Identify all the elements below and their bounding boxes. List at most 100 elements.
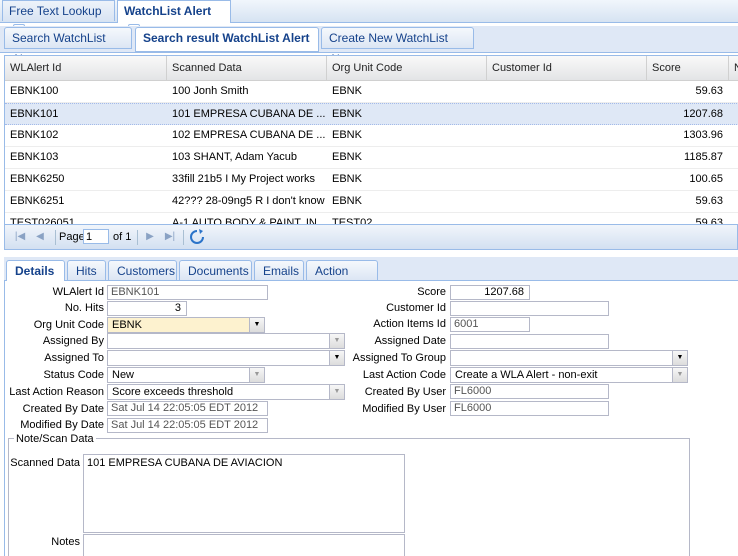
tab-search-result[interactable]: Search result WatchList Alert — [135, 27, 319, 52]
table-row-selected[interactable]: EBNK101 101 EMPRESA CUBANA DE ... EBNK 1… — [5, 103, 738, 125]
tab-label: Customers — [117, 264, 176, 278]
column-header-score[interactable]: Score — [647, 56, 729, 80]
table-row[interactable]: EBNK6251 42??? 28-09ng5 R I don't know E… — [5, 191, 738, 213]
tab-label: Emails — [263, 264, 300, 278]
org-unit-code-value: EBNK — [112, 319, 142, 331]
cell-scanned-data: 101 EMPRESA CUBANA DE ... — [172, 108, 326, 120]
modified-by-date-label: Modified By Date — [20, 419, 104, 431]
assigned-date-field[interactable] — [450, 334, 609, 349]
separator — [137, 230, 138, 245]
tab-label: Details — [15, 264, 55, 278]
last-action-code-label: Last Action Code — [362, 369, 446, 381]
chevron-down-icon[interactable]: ▼ — [672, 368, 687, 382]
tab-hits[interactable]: Hits — [67, 260, 106, 281]
action-items-id-field[interactable]: 6001 — [450, 317, 530, 332]
action-items-id-label: Action Items Id — [373, 318, 446, 330]
tab-search-watchlist-alert[interactable]: Search WatchList Alert — [4, 27, 132, 66]
column-header-wlalert-id[interactable]: WLAlert Id — [5, 56, 167, 80]
chevron-down-icon[interactable]: ▼ — [672, 351, 687, 365]
page-number-input[interactable]: 1 — [83, 229, 109, 244]
cell-customer-id — [487, 191, 647, 212]
created-by-user-field[interactable]: FL6000 — [450, 384, 609, 399]
prev-page-icon[interactable]: ◀ — [33, 230, 47, 244]
cell-customer-id — [487, 169, 647, 190]
chevron-down-icon[interactable]: ▼ — [329, 351, 344, 365]
chevron-down-icon[interactable]: ▼ — [329, 334, 344, 348]
status-code-select[interactable]: New ▼ — [107, 367, 265, 383]
modified-by-user-field[interactable]: FL6000 — [450, 401, 609, 416]
cell-org-unit-code: EBNK — [332, 151, 362, 163]
org-unit-code-select[interactable]: EBNK ▼ — [107, 317, 265, 333]
tab-emails[interactable]: Emails — [254, 260, 304, 281]
wlalert-id-field[interactable]: EBNK101 — [107, 285, 268, 300]
cell-wlalert-id: EBNK6251 — [10, 195, 65, 207]
refresh-icon[interactable] — [189, 229, 205, 245]
status-code-value: New — [112, 369, 135, 381]
notes-label: Notes — [51, 536, 80, 548]
tab-action-logs[interactable]: Action Logs — [306, 260, 378, 298]
next-page-icon[interactable]: ▶ — [143, 230, 157, 244]
wlalert-id-label: WLAlert Id — [52, 286, 104, 298]
tab-label: Hits — [76, 264, 97, 278]
scanned-data-label: Scanned Data — [10, 457, 80, 469]
last-action-reason-select[interactable]: Score exceeds threshold ▼ — [107, 384, 345, 400]
notes-textarea[interactable] — [83, 534, 405, 556]
page-count-label: of 1 — [113, 231, 132, 243]
tab-watchlist-alert[interactable]: WatchList Alert✕ — [117, 0, 231, 36]
cell-score: 1303.96 — [683, 129, 723, 141]
tab-label: Free Text Lookup — [9, 4, 102, 18]
table-row[interactable]: EBNK6250 33fill 21b5 I My Project works … — [5, 169, 738, 191]
tab-free-text-lookup[interactable]: Free Text Lookup✕ — [2, 0, 115, 36]
chevron-down-icon[interactable]: ▼ — [249, 368, 264, 382]
cell-scanned-data: 33fill 21b5 I My Project works — [172, 173, 316, 185]
last-action-reason-value: Score exceeds threshold — [112, 386, 234, 398]
created-by-user-label: Created By User — [364, 386, 446, 398]
modified-by-date-field[interactable]: Sat Jul 14 22:05:05 EDT 2012 — [107, 418, 268, 433]
last-action-code-value: Create a WLA Alert - non-exit — [455, 369, 598, 381]
column-header-customer-id[interactable]: Customer Id — [487, 56, 647, 80]
cell-customer-id — [487, 147, 647, 168]
separator — [183, 230, 184, 245]
no-hits-field[interactable]: 3 — [107, 301, 187, 316]
column-header-scanned-data[interactable]: Scanned Data — [167, 56, 327, 80]
tab-customers[interactable]: Customers — [108, 260, 177, 281]
cell-org-unit-code: EBNK — [332, 195, 362, 207]
score-field[interactable]: 1207.68 — [450, 285, 530, 300]
cell-wlalert-id: EBNK101 — [10, 108, 59, 120]
cell-org-unit-code: EBNK — [332, 108, 362, 120]
assigned-to-group-select[interactable]: ▼ — [450, 350, 688, 366]
tab-documents[interactable]: Documents — [179, 260, 252, 281]
cell-scanned-data: 102 EMPRESA CUBANA DE ... — [172, 129, 326, 141]
last-page-icon[interactable]: ▶| — [163, 230, 177, 244]
assigned-by-select[interactable]: ▼ — [107, 333, 345, 349]
cell-customer-id — [487, 81, 647, 102]
customer-id-field[interactable] — [450, 301, 609, 316]
note-scan-legend: Note/Scan Data — [14, 433, 96, 445]
scanned-data-textarea[interactable]: 101 EMPRESA CUBANA DE AVIACION — [83, 454, 405, 533]
page-label: Page — [59, 231, 85, 243]
score-label: Score — [417, 286, 446, 298]
tab-label: WatchList Alert — [124, 4, 212, 18]
cell-customer-id — [487, 125, 647, 146]
cell-wlalert-id: EBNK103 — [10, 151, 59, 163]
last-action-code-select[interactable]: Create a WLA Alert - non-exit ▼ — [450, 367, 688, 383]
table-row[interactable]: EBNK102 102 EMPRESA CUBANA DE ... EBNK 1… — [5, 125, 738, 147]
tab-label: Search result WatchList Alert — [143, 31, 310, 45]
grid-header: WLAlert Id Scanned Data Org Unit Code Cu… — [5, 56, 738, 81]
chevron-down-icon[interactable]: ▼ — [249, 318, 264, 332]
assigned-to-group-label: Assigned To Group — [352, 352, 446, 364]
cell-wlalert-id: EBNK100 — [10, 85, 59, 97]
chevron-down-icon[interactable]: ▼ — [329, 385, 344, 399]
table-row[interactable]: EBNK103 103 SHANT, Adam Yacub EBNK 1185.… — [5, 147, 738, 169]
column-header-next[interactable]: N — [729, 56, 738, 80]
cell-customer-id — [487, 104, 647, 125]
created-by-date-field[interactable]: Sat Jul 14 22:05:05 EDT 2012 — [107, 401, 268, 416]
table-row[interactable]: EBNK100 100 Jonh Smith EBNK 59.63 — [5, 81, 738, 103]
column-header-org-unit-code[interactable]: Org Unit Code — [327, 56, 487, 80]
tab-create-new-watchlist-alert[interactable]: Create New WatchList Alert — [321, 27, 474, 66]
status-code-label: Status Code — [43, 369, 104, 381]
first-page-icon[interactable]: |◀ — [13, 230, 27, 244]
tab-details[interactable]: Details — [6, 260, 65, 282]
no-hits-label: No. Hits — [64, 302, 104, 314]
assigned-to-select[interactable]: ▼ — [107, 350, 345, 366]
